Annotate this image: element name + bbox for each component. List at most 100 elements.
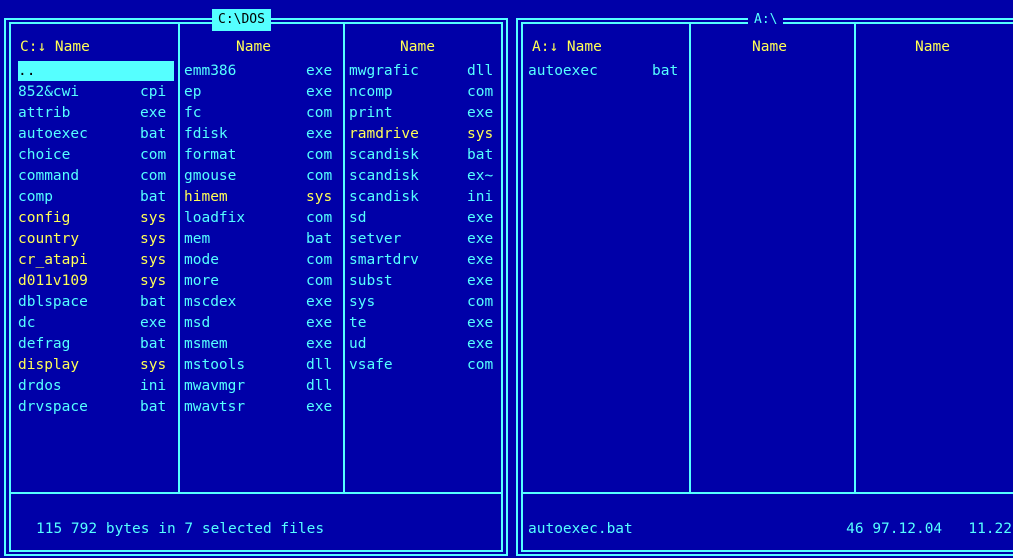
file-entry[interactable]: mstools dll — [184, 355, 340, 375]
file-extension: com — [306, 210, 333, 226]
file-extension: exe — [306, 84, 333, 100]
file-entry[interactable]: country sys — [18, 229, 174, 249]
file-name: drdos — [18, 378, 62, 394]
file-entry[interactable]: scandisk ini — [349, 187, 501, 207]
file-entry[interactable]: mode com — [184, 250, 340, 270]
file-extension: bat — [140, 399, 167, 415]
file-extension: sys — [306, 189, 333, 205]
file-extension: ex~ — [467, 168, 494, 184]
file-entry[interactable]: 852&cwi cpi — [18, 82, 174, 102]
file-name: gmouse — [184, 168, 237, 184]
file-entry[interactable]: command com — [18, 166, 174, 186]
file-entry[interactable]: himem sys — [184, 187, 340, 207]
file-name: ep — [184, 84, 202, 100]
file-entry[interactable]: autoexec bat — [18, 124, 174, 144]
file-entry[interactable]: config sys — [18, 208, 174, 228]
file-name: display — [18, 357, 80, 373]
file-extension: sys — [140, 357, 167, 373]
file-name: subst — [349, 273, 393, 289]
file-extension: com — [467, 294, 494, 310]
file-entry[interactable]: dblspace bat — [18, 292, 174, 312]
file-name: smartdrv — [349, 252, 419, 268]
file-entry[interactable]: setver exe — [349, 229, 501, 249]
right-col2-header[interactable]: Name — [752, 37, 812, 57]
file-entry[interactable]: mwavmgr dll — [184, 376, 340, 396]
left-col2-header[interactable]: Name — [236, 37, 296, 57]
file-entry[interactable]: fdisk exe — [184, 124, 340, 144]
file-entry[interactable]: more com — [184, 271, 340, 291]
file-extension: exe — [467, 210, 494, 226]
file-entry[interactable]: msd exe — [184, 313, 340, 333]
file-extension: dll — [306, 357, 333, 373]
file-name: mscdex — [184, 294, 237, 310]
file-entry[interactable]: mwgrafic dll — [349, 61, 501, 81]
file-entry[interactable]: msmem exe — [184, 334, 340, 354]
file-entry[interactable]: sd exe — [349, 208, 501, 228]
file-entry[interactable]: ncomp com — [349, 82, 501, 102]
file-extension: com — [306, 168, 333, 184]
file-entry[interactable]: display sys — [18, 355, 174, 375]
file-entry[interactable]: cr_atapi sys — [18, 250, 174, 270]
file-entry[interactable]: mwavtsr exe — [184, 397, 340, 417]
file-extension: dll — [306, 378, 333, 394]
file-entry[interactable]: choice com — [18, 145, 174, 165]
file-name: fc — [184, 105, 202, 121]
file-entry[interactable]: ep exe — [184, 82, 340, 102]
file-entry[interactable]: d011v109 sys — [18, 271, 174, 291]
right-panel-path-title[interactable]: A:\ — [748, 9, 784, 31]
file-entry[interactable]: autoexec bat — [528, 61, 686, 81]
file-entry[interactable]: .. — [18, 61, 174, 81]
file-extension: ini — [140, 378, 167, 394]
file-extension: exe — [140, 105, 167, 121]
file-entry[interactable]: vsafe com — [349, 355, 501, 375]
file-entry[interactable]: drvspace bat — [18, 397, 174, 417]
left-col3-header[interactable]: Name — [400, 37, 460, 57]
file-extension: exe — [306, 315, 333, 331]
file-entry[interactable]: te exe — [349, 313, 501, 333]
file-extension: cpi — [140, 84, 167, 100]
file-name: scandisk — [349, 147, 419, 163]
file-extension: com — [306, 273, 333, 289]
file-entry[interactable]: mem bat — [184, 229, 340, 249]
left-panel[interactable]: C:\DOS C:↓ Name Name Name .. 852&cwi cpi at… — [0, 0, 512, 558]
file-name: mwavmgr — [184, 378, 246, 394]
file-name: scandisk — [349, 189, 419, 205]
right-col3-header[interactable]: Name — [915, 37, 975, 57]
left-panel-path-title[interactable]: C:\DOS — [212, 9, 271, 31]
file-entry[interactable]: attrib exe — [18, 103, 174, 123]
file-entry[interactable]: defrag bat — [18, 334, 174, 354]
file-entry[interactable]: subst exe — [349, 271, 501, 291]
file-name: dc — [18, 315, 36, 331]
file-entry[interactable]: smartdrv exe — [349, 250, 501, 270]
file-name: dblspace — [18, 294, 88, 310]
file-entry[interactable]: fc com — [184, 103, 340, 123]
file-extension: sys — [140, 210, 167, 226]
file-name: emm386 — [184, 63, 237, 79]
file-entry[interactable]: ramdrive sys — [349, 124, 501, 144]
file-entry[interactable]: ud exe — [349, 334, 501, 354]
file-entry[interactable]: format com — [184, 145, 340, 165]
file-entry[interactable]: dc exe — [18, 313, 174, 333]
file-entry[interactable]: sys com — [349, 292, 501, 312]
file-extension: exe — [467, 105, 494, 121]
file-extension: bat — [140, 294, 167, 310]
file-name: config — [18, 210, 71, 226]
file-name: print — [349, 105, 393, 121]
file-entry[interactable]: loadfix com — [184, 208, 340, 228]
file-entry[interactable]: print exe — [349, 103, 501, 123]
file-name: autoexec — [528, 63, 598, 79]
file-entry[interactable]: mscdex exe — [184, 292, 340, 312]
file-entry[interactable]: drdos ini — [18, 376, 174, 396]
right-col1-header[interactable]: A:↓ Name — [532, 37, 682, 57]
right-panel[interactable]: A:\ A:↓ Name Name Name autoexec bat autoe… — [512, 0, 1013, 558]
file-name: ncomp — [349, 84, 393, 100]
file-entry[interactable]: emm386 exe — [184, 61, 340, 81]
file-name: vsafe — [349, 357, 393, 373]
file-entry[interactable]: gmouse com — [184, 166, 340, 186]
file-entry[interactable]: scandisk ex~ — [349, 166, 501, 186]
file-extension: sys — [140, 231, 167, 247]
file-entry[interactable]: scandisk bat — [349, 145, 501, 165]
file-extension: exe — [306, 336, 333, 352]
left-col1-header[interactable]: C:↓ Name — [20, 37, 170, 57]
file-entry[interactable]: comp bat — [18, 187, 174, 207]
